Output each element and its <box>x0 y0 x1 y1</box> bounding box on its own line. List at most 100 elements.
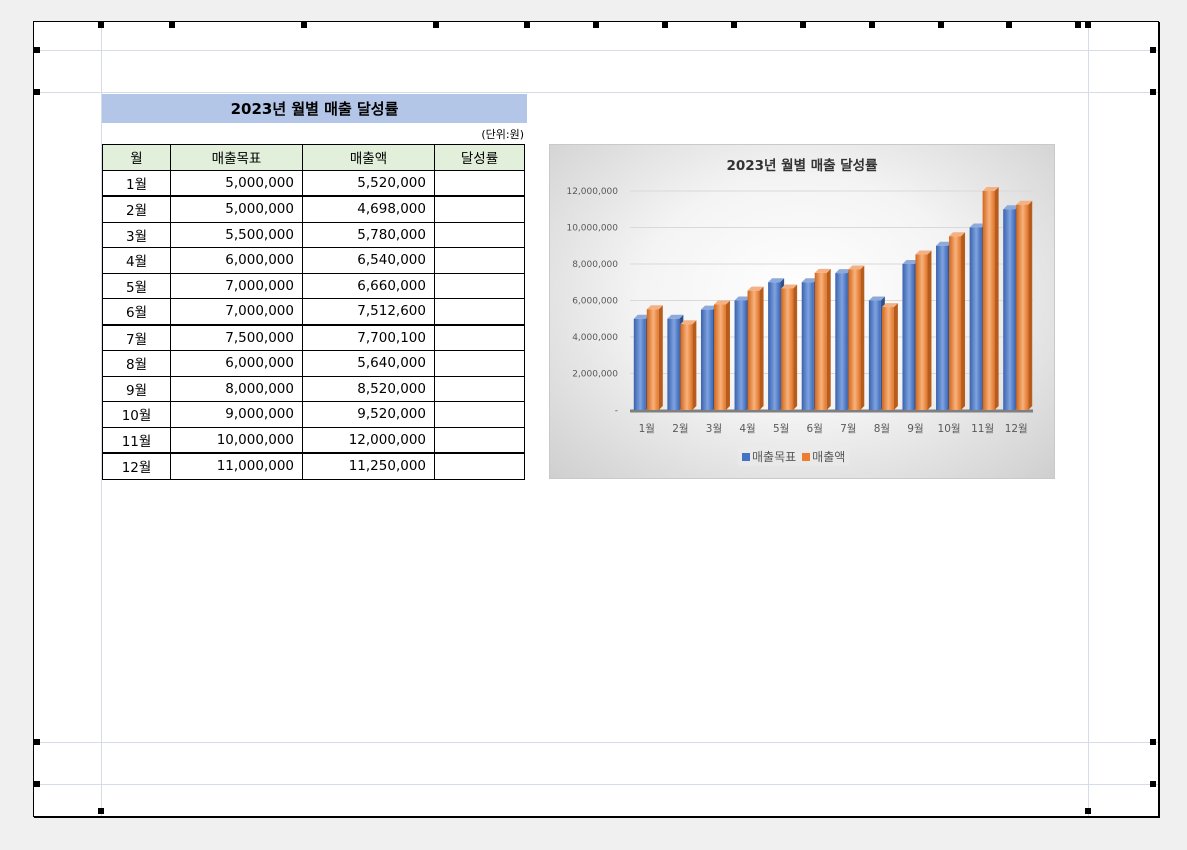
table-row: 6월 7,000,000 7,512,600 <box>102 298 525 326</box>
cell-month[interactable]: 1월 <box>102 169 171 197</box>
cell-sales[interactable]: 6,540,000 <box>302 247 435 274</box>
cell-month[interactable]: 7월 <box>102 324 171 351</box>
table-row: 11월 10,000,000 12,000,000 <box>102 426 525 454</box>
cell-rate[interactable] <box>434 195 525 223</box>
cell-month[interactable]: 12월 <box>102 452 171 480</box>
table-row: 3월 5,500,000 5,780,000 <box>102 221 525 248</box>
cell-target[interactable]: 7,000,000 <box>170 298 303 326</box>
cell-rate[interactable] <box>434 221 525 248</box>
cell-month[interactable]: 4월 <box>102 247 171 274</box>
cell-rate[interactable] <box>434 426 525 454</box>
y-tick-label: 8,000,000 <box>572 260 618 270</box>
x-tick-label: 6월 <box>807 423 823 435</box>
margin-handle-header-right[interactable] <box>1150 47 1156 53</box>
bar-side <box>961 232 966 410</box>
cell-month[interactable]: 6월 <box>102 298 171 326</box>
column-handle[interactable] <box>662 22 668 28</box>
cell-sales[interactable]: 7,512,600 <box>302 298 435 326</box>
margin-guide-top <box>34 92 1158 93</box>
margin-handle-left-top[interactable] <box>98 22 104 28</box>
table-row: 9월 8,000,000 8,520,000 <box>102 375 525 402</box>
cell-month[interactable]: 8월 <box>102 350 171 377</box>
cell-rate[interactable] <box>434 298 525 326</box>
column-handle[interactable] <box>593 22 599 28</box>
sales-chart[interactable]: 2023년 월별 매출 달성률 -2,000,000 4,000,000 6,000… <box>549 144 1055 479</box>
cell-sales[interactable]: 11,250,000 <box>302 452 435 480</box>
bar-side <box>860 265 865 410</box>
cell-target[interactable]: 6,000,000 <box>170 247 303 274</box>
bar-side <box>759 286 764 410</box>
cell-sales[interactable]: 5,520,000 <box>302 169 435 197</box>
margin-handle-top-right[interactable] <box>1150 89 1156 95</box>
legend-label-target: 매출목표 <box>752 450 797 464</box>
margin-handle-right-top[interactable] <box>1085 22 1091 28</box>
cell-target[interactable]: 6,000,000 <box>170 350 303 377</box>
bar-target <box>633 318 646 410</box>
bar-sales <box>646 309 659 410</box>
cell-rate[interactable] <box>434 324 525 351</box>
column-handle[interactable] <box>800 22 806 28</box>
cell-rate[interactable] <box>434 272 525 299</box>
cell-target[interactable]: 11,000,000 <box>170 452 303 480</box>
margin-handle-right-bottom[interactable] <box>1085 808 1091 814</box>
cell-sales[interactable]: 7,700,100 <box>302 324 435 351</box>
cell-rate[interactable] <box>434 452 525 480</box>
cell-month[interactable]: 3월 <box>102 221 171 248</box>
cell-sales[interactable]: 9,520,000 <box>302 401 435 428</box>
cell-target[interactable]: 8,000,000 <box>170 375 303 402</box>
cell-rate[interactable] <box>434 401 525 428</box>
bar-side <box>692 320 697 410</box>
cell-target[interactable]: 5,500,000 <box>170 221 303 248</box>
margin-handle-footer[interactable] <box>34 781 40 787</box>
column-handle[interactable] <box>524 22 530 28</box>
legend-swatch-sales <box>802 453 811 461</box>
cell-sales[interactable]: 5,640,000 <box>302 350 435 377</box>
cell-month[interactable]: 10월 <box>102 401 171 428</box>
column-handle[interactable] <box>1075 22 1081 28</box>
bar-sales <box>713 304 726 410</box>
cell-sales[interactable]: 5,780,000 <box>302 221 435 248</box>
column-handle[interactable] <box>1006 22 1012 28</box>
cell-month[interactable]: 9월 <box>102 375 171 402</box>
cell-target[interactable]: 5,000,000 <box>170 169 303 197</box>
cell-target[interactable]: 7,000,000 <box>170 272 303 299</box>
column-handle[interactable] <box>169 22 175 28</box>
sales-table: 월 매출목표 매출액 달성률 1월 5,000,000 5,520,000 2월 5,0… <box>102 144 525 480</box>
column-handle[interactable] <box>433 22 439 28</box>
table-row: 12월 11,000,000 11,250,000 <box>102 452 525 480</box>
print-preview-page: 2023년 월별 매출 달성률 (단위:원) 월 매출목표 매출액 달성률 1월… <box>33 21 1159 817</box>
unit-label: (단위:원) <box>481 128 524 141</box>
margin-handle-left-bottom[interactable] <box>98 808 104 814</box>
bar-target <box>936 245 949 410</box>
cell-sales[interactable]: 12,000,000 <box>302 426 435 454</box>
margin-handle-bottom-right[interactable] <box>1150 739 1156 745</box>
cell-target[interactable]: 5,000,000 <box>170 195 303 223</box>
cell-sales[interactable]: 4,698,000 <box>302 195 435 223</box>
margin-handle-bottom[interactable] <box>34 739 40 745</box>
cell-rate[interactable] <box>434 169 525 197</box>
cell-month[interactable]: 5월 <box>102 272 171 299</box>
bar-side <box>793 284 798 410</box>
cell-month[interactable]: 2월 <box>102 195 171 223</box>
margin-guide-header <box>34 50 1158 51</box>
cell-sales[interactable]: 8,520,000 <box>302 375 435 402</box>
bar-target <box>700 309 713 410</box>
cell-target[interactable]: 9,000,000 <box>170 401 303 428</box>
cell-sales[interactable]: 6,660,000 <box>302 272 435 299</box>
column-handle[interactable] <box>731 22 737 28</box>
cell-month[interactable]: 11월 <box>102 426 171 454</box>
margin-handle-top[interactable] <box>34 89 40 95</box>
column-handle[interactable] <box>938 22 944 28</box>
cell-target[interactable]: 7,500,000 <box>170 324 303 351</box>
column-header-rate: 달성률 <box>434 144 525 171</box>
margin-handle-footer-right[interactable] <box>1150 781 1156 787</box>
table-row: 8월 6,000,000 5,640,000 <box>102 350 525 377</box>
cell-rate[interactable] <box>434 247 525 274</box>
column-handle[interactable] <box>869 22 875 28</box>
cell-target[interactable]: 10,000,000 <box>170 426 303 454</box>
cell-rate[interactable] <box>434 350 525 377</box>
cell-rate[interactable] <box>434 375 525 402</box>
column-handle[interactable] <box>301 22 307 28</box>
bar-side <box>725 300 730 410</box>
margin-handle-header[interactable] <box>34 47 40 53</box>
